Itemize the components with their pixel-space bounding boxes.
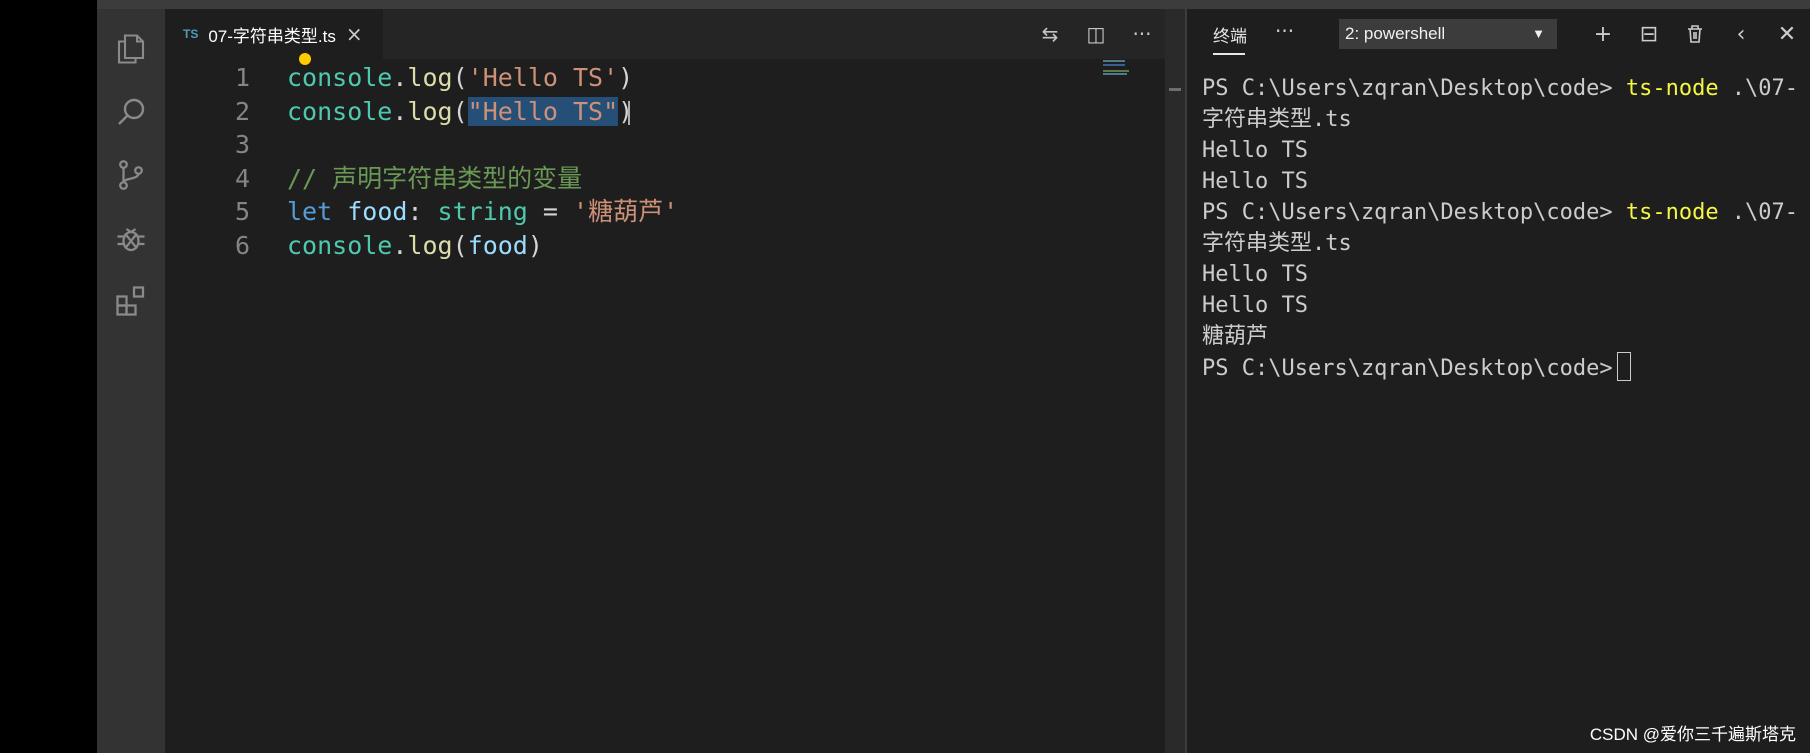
code-line[interactable]: 2 console.log("Hello TS") (165, 93, 1165, 131)
editor-pane: TS 07-字符串类型.ts × ⇆ ◫ ··· 1 console.log('H… (165, 9, 1165, 753)
terminal-line: PS C:\Users\zqran\Desktop\code> (1202, 352, 1802, 383)
code-line[interactable]: 1 console.log('Hello TS') (165, 53, 1165, 97)
code-token: = (527, 197, 574, 226)
trash-icon[interactable] (1679, 18, 1711, 50)
source-control-icon[interactable] (111, 155, 151, 195)
code-token: ( (452, 63, 468, 92)
add-terminal-icon[interactable]: + (1587, 18, 1619, 50)
terminal-line: Hello TS (1202, 262, 1308, 287)
activity-bar (97, 9, 165, 753)
code-token: ) (618, 96, 634, 126)
title-bar (97, 0, 1810, 9)
code-token: ) (618, 63, 634, 92)
panel-header: 终端 ··· 2: powershell ▼ + ⊟ ‹ ✕ (1187, 9, 1810, 61)
tab-filename: 07-字符串类型.ts (208, 26, 336, 46)
code-token: let (287, 197, 333, 226)
line-number: 1 (234, 63, 250, 92)
code-token: ) (527, 230, 543, 260)
compare-changes-icon[interactable]: ⇆ (1027, 9, 1073, 59)
terminal-cursor (1616, 352, 1631, 381)
code-token: log (407, 230, 453, 260)
editor-actions: ⇆ ◫ ··· (1027, 9, 1165, 59)
code-token: log (407, 63, 453, 92)
search-icon[interactable] (111, 92, 151, 132)
code-token: food (467, 230, 528, 260)
terminal-line: 字符串类型.ts (1202, 231, 1352, 256)
terminal-output[interactable]: PS C:\Users\zqran\Desktop\code> ts-node … (1202, 73, 1802, 383)
code-token: . (392, 230, 408, 260)
terminal-panel: 终端 ··· 2: powershell ▼ + ⊟ ‹ ✕ PS C:\Use… (1187, 9, 1810, 753)
code-token: console (287, 63, 393, 92)
line-content: console.log(food) (287, 227, 543, 265)
terminal-line: Hello TS (1202, 169, 1308, 194)
code-token: console (287, 96, 393, 126)
watermark: CSDN @爱你三千遍斯塔克 (1589, 725, 1796, 744)
chevron-down-icon: ▼ (1532, 26, 1545, 41)
extensions-icon[interactable] (111, 281, 151, 321)
editor-tab-bar: TS 07-字符串类型.ts × ⇆ ◫ ··· (165, 9, 1165, 59)
more-icon[interactable]: ··· (1275, 19, 1294, 43)
chevron-left-icon[interactable]: ‹ (1725, 18, 1757, 50)
code-token: string (437, 197, 528, 226)
code-token: '糖葫芦' (573, 197, 679, 226)
tab-terminal[interactable]: 终端 (1213, 22, 1247, 47)
mouse-cursor-icon (628, 100, 630, 125)
line-content: // 声明字符串类型的变量 (287, 160, 582, 198)
line-content: console.log("Hello TS") (287, 93, 633, 131)
code-token: . (392, 96, 408, 126)
close-panel-icon[interactable]: ✕ (1771, 18, 1803, 50)
code-line[interactable]: 5 let food: string = '糖葫芦' (165, 193, 1165, 231)
code-token: 'Hello TS' (467, 63, 619, 92)
terminal-line: PS C:\Users\zqran\Desktop\code> ts-node … (1202, 200, 1799, 225)
code-line[interactable]: 3 (165, 126, 1165, 164)
terminal-command: ts-node (1625, 200, 1719, 225)
editor-scrollbar[interactable] (1165, 9, 1185, 753)
terminal-line: Hello TS (1202, 138, 1308, 163)
line-number: 3 (234, 130, 250, 159)
editor-tab[interactable]: TS 07-字符串类型.ts × (165, 9, 383, 59)
code-token: "Hello TS" (467, 96, 619, 126)
typescript-file-icon: TS (183, 27, 199, 41)
terminal-command: ts-node (1625, 76, 1719, 101)
split-terminal-icon[interactable]: ⊟ (1633, 18, 1665, 50)
terminal-selector-value: 2: powershell (1345, 24, 1446, 43)
minimap[interactable] (1103, 59, 1143, 75)
terminal-line: 字符串类型.ts (1202, 107, 1352, 132)
line-number: 4 (234, 163, 250, 193)
lightbulb-icon[interactable] (299, 53, 311, 65)
code-line[interactable]: 4 // 声明字符串类型的变量 (165, 160, 1165, 198)
split-editor-icon[interactable]: ◫ (1073, 9, 1119, 59)
files-icon[interactable] (111, 29, 151, 69)
debug-icon[interactable] (111, 218, 151, 258)
terminal-line: 糖葫芦 (1202, 324, 1269, 349)
more-actions-icon[interactable]: ··· (1119, 9, 1165, 59)
terminal-line: Hello TS (1202, 293, 1308, 318)
code-token: // 声明字符串类型的变量 (287, 163, 583, 193)
code-token: log (407, 96, 453, 126)
code-area[interactable]: 1 console.log('Hello TS') 2 console.log("He… (165, 53, 1165, 753)
terminal-selector[interactable]: 2: powershell ▼ (1339, 19, 1557, 49)
code-token: : (407, 197, 438, 226)
code-line[interactable]: 6 console.log(food) (165, 227, 1165, 265)
line-number: 2 (234, 96, 250, 126)
scrollbar-position-marker (1169, 88, 1181, 91)
code-token: . (392, 63, 408, 92)
close-icon[interactable]: × (346, 22, 363, 46)
code-token: food (347, 197, 408, 226)
line-content: let food: string = '糖葫芦' (287, 193, 678, 231)
code-token: ( (452, 230, 468, 260)
terminal-line: PS C:\Users\zqran\Desktop\code> ts-node … (1202, 76, 1799, 101)
active-tab-indicator (1213, 53, 1245, 55)
line-content: console.log('Hello TS') (287, 59, 633, 97)
code-token: console (287, 230, 393, 260)
code-token: ( (452, 96, 468, 126)
line-number: 6 (234, 230, 250, 260)
line-number: 5 (234, 197, 250, 226)
